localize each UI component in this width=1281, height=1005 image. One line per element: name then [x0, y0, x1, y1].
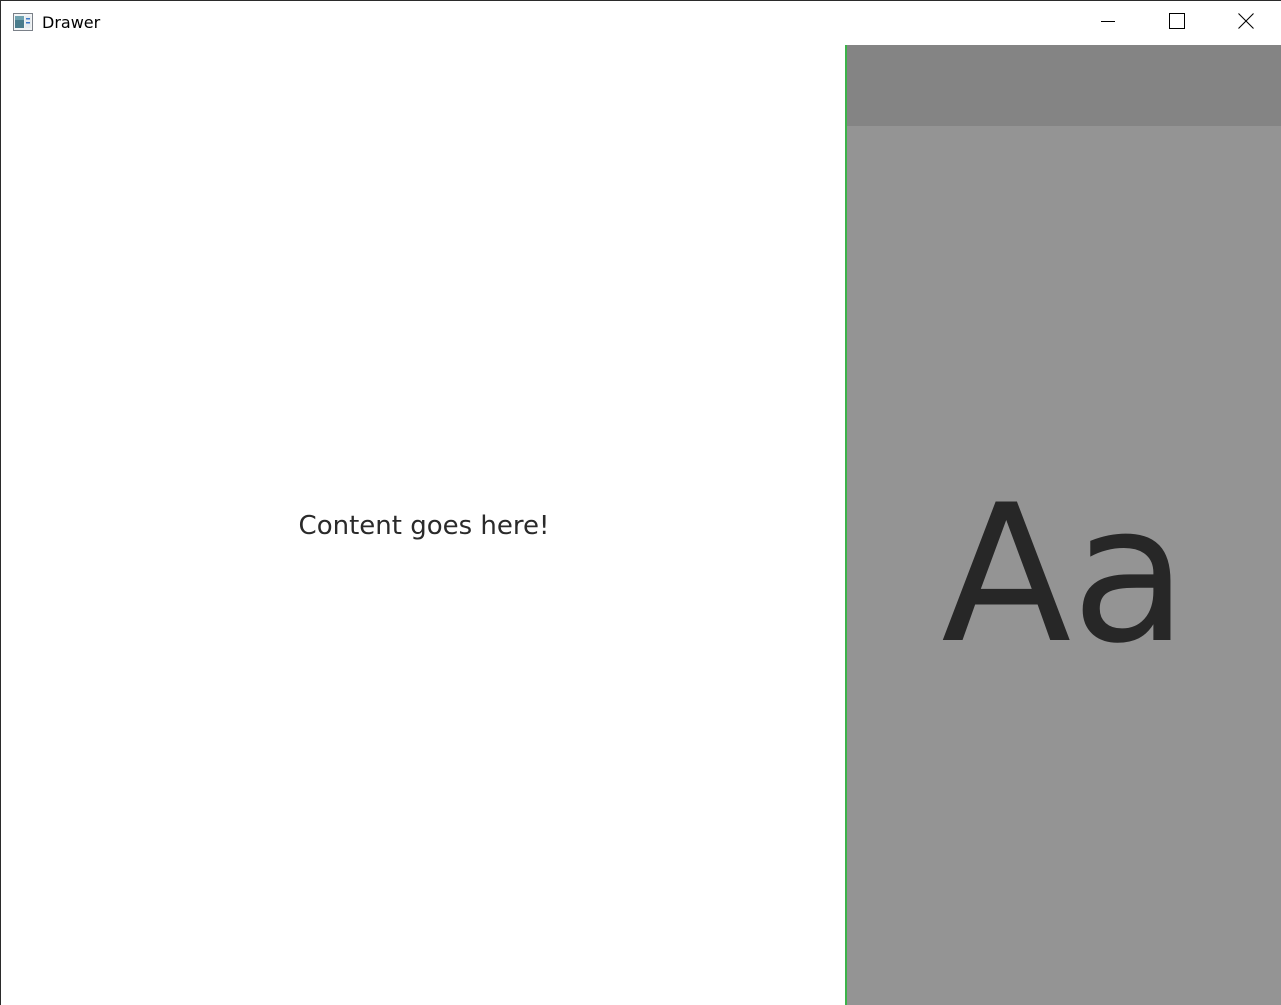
close-icon — [1238, 13, 1254, 33]
maximize-icon — [1169, 13, 1185, 33]
drawer-panel[interactable]: Aa — [845, 45, 1281, 1005]
close-button[interactable] — [1223, 1, 1269, 45]
minimize-icon — [1100, 13, 1116, 33]
app-window: Drawer Content goes here! Aa — [0, 0, 1281, 1005]
minimize-button[interactable] — [1085, 1, 1131, 45]
app-window-icon — [13, 13, 33, 31]
maximize-button[interactable] — [1154, 1, 1200, 45]
drawer-header — [847, 45, 1281, 126]
content-placeholder-text: Content goes here! — [298, 511, 550, 541]
title-bar[interactable]: Drawer — [1, 1, 1281, 45]
main-content: Content goes here! — [1, 45, 845, 1005]
window-title: Drawer — [42, 13, 101, 32]
drawer-font-glyph: Aa — [941, 464, 1188, 685]
